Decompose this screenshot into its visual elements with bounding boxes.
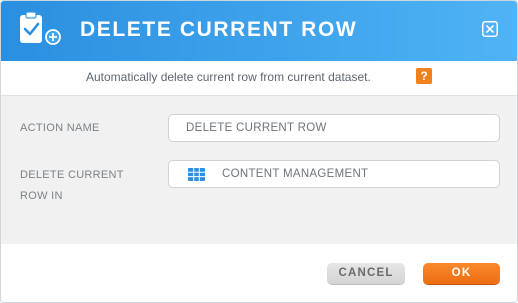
delete-in-label: DELETE CURRENT ROW IN xyxy=(20,169,124,202)
delete-in-value: CONTENT MANAGEMENT xyxy=(222,168,369,180)
close-icon[interactable] xyxy=(482,21,498,37)
table-icon xyxy=(188,168,205,181)
clipboard-check-add-icon xyxy=(20,12,61,45)
form-body: ACTION NAME DELETE CURRENT ROW DELETE CU… xyxy=(1,95,517,245)
description-row: Automatically delete current row from cu… xyxy=(1,61,517,95)
dialog-title: DELETE CURRENT ROW xyxy=(80,18,358,41)
ok-button[interactable]: OK xyxy=(423,263,500,284)
cancel-button[interactable]: CANCEL xyxy=(327,263,405,284)
action-name-value: DELETE CURRENT ROW xyxy=(186,122,327,134)
dialog-description: Automatically delete current row from cu… xyxy=(86,70,371,84)
delete-in-selector[interactable]: CONTENT MANAGEMENT xyxy=(168,160,500,188)
delete-current-row-dialog: DELETE CURRENT ROW Automatically delete … xyxy=(0,0,518,303)
dialog-footer: CANCEL OK xyxy=(1,244,517,302)
action-name-field[interactable]: DELETE CURRENT ROW xyxy=(168,114,500,142)
help-icon[interactable]: ? xyxy=(416,68,432,84)
dialog-header: DELETE CURRENT ROW xyxy=(1,1,517,61)
action-name-label: ACTION NAME xyxy=(20,122,100,134)
